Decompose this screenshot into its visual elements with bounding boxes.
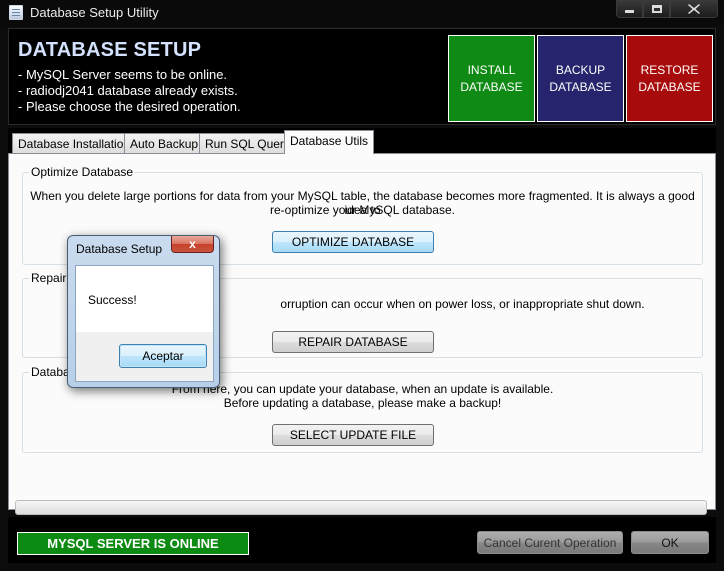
install-database-button[interactable]: INSTALL DATABASE (448, 35, 535, 122)
window-title: Database Setup Utility (30, 5, 159, 20)
install-button-label-1: INSTALL (467, 62, 516, 77)
tab-database-utils[interactable]: Database Utils (284, 130, 375, 154)
dialog-title: Database Setup (76, 242, 163, 256)
status-message: - Please choose the desired operation. (18, 99, 241, 114)
backup-button-label-1: BACKUP (555, 62, 606, 77)
status-message: - MySQL Server seems to be online. (18, 67, 228, 82)
backup-database-button[interactable]: BACKUP DATABASE (537, 35, 624, 122)
backup-button-label-2: DATABASE (549, 79, 612, 94)
dialog-footer: Aceptar (75, 332, 214, 382)
tab-run-sql-query[interactable]: Run SQL Query (199, 133, 296, 154)
optimize-group-legend: Optimize Database (29, 165, 136, 179)
status-message: - radiodj2041 database already exists. (18, 83, 238, 98)
database-window-icon (9, 5, 23, 20)
status-messages: - MySQL Server seems to be online. - rad… (18, 67, 241, 115)
window-controls (616, 0, 718, 18)
setup-header: DATABASE SETUP - MySQL Server seems to b… (8, 28, 716, 125)
operation-progress-bar (15, 500, 707, 515)
server-status-badge: MYSQL SERVER IS ONLINE (17, 532, 249, 555)
close-button[interactable] (670, 0, 718, 18)
repair-database-button[interactable]: REPAIR DATABASE (272, 331, 434, 353)
close-icon: x (189, 237, 196, 251)
ok-button[interactable]: OK (631, 531, 709, 554)
cancel-operation-button[interactable]: Cancel Curent Operation (477, 531, 623, 554)
restore-button-label-2: DATABASE (638, 79, 701, 94)
dialog-body: Success! (75, 265, 214, 332)
tab-database-installation[interactable]: Database Installation (12, 133, 137, 154)
dialog-message: Success! (88, 293, 137, 307)
restore-database-button[interactable]: RESTORE DATABASE (626, 35, 713, 122)
minimize-icon (625, 10, 634, 13)
dialog-close-button[interactable]: x (171, 236, 214, 253)
update-group-legend: Databa (29, 365, 72, 379)
optimize-database-button[interactable]: OPTIMIZE DATABASE (272, 231, 434, 253)
install-button-label-2: DATABASE (460, 79, 523, 94)
footer-bar: MYSQL SERVER IS ONLINE Cancel Curent Ope… (8, 517, 716, 563)
minimize-button[interactable] (616, 0, 643, 18)
success-dialog: Database Setup x Success! Aceptar (67, 235, 220, 388)
select-update-file-button[interactable]: SELECT UPDATE FILE (272, 424, 434, 446)
dialog-accept-button[interactable]: Aceptar (119, 344, 207, 368)
database-setup-window: Database Setup Utility DATABASE SETUP - … (0, 0, 724, 571)
maximize-button[interactable] (643, 0, 670, 18)
tab-strip: Database Installation Auto Backup Run SQ… (8, 128, 716, 154)
restore-button-label-1: RESTORE (640, 62, 699, 77)
close-icon (688, 3, 700, 14)
maximize-icon (651, 4, 662, 13)
title-bar[interactable]: Database Setup Utility (0, 0, 724, 26)
optimize-description-2: re-optimize your MySQL database. (270, 203, 455, 217)
page-title: DATABASE SETUP (18, 39, 202, 61)
update-description-2: Before updating a database, please make … (223, 396, 502, 410)
tab-auto-backup[interactable]: Auto Backup (124, 133, 205, 154)
